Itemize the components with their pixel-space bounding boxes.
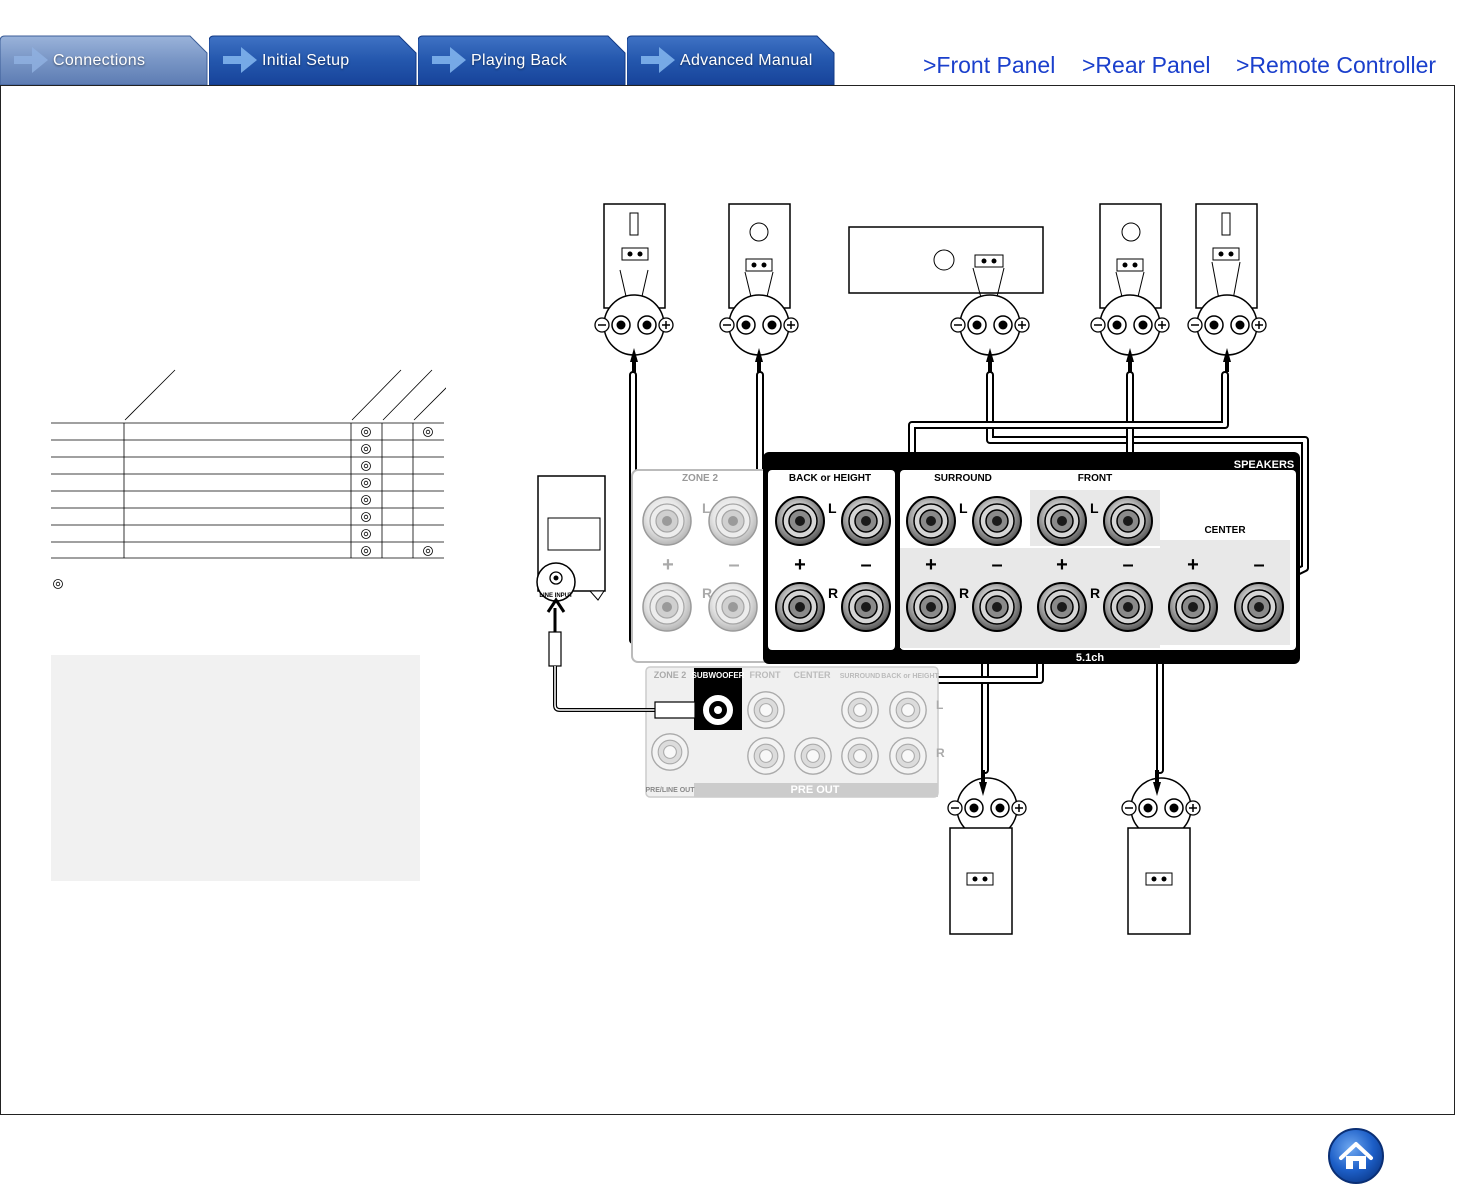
tab-label: Playing Back [471,52,568,69]
terminal [1103,582,1153,632]
rca-jack [747,691,785,729]
terminal [642,496,692,546]
seven-one-label: 7.1ch (or Bi-AMP) [790,652,873,663]
back-plus: + [794,554,806,576]
surround-plus: + [925,554,937,576]
preout-surround-label: SURROUND [840,673,880,680]
terminal [775,496,825,546]
terminal [841,496,891,546]
subwoofer-panel [547,517,601,551]
back-left-mark: L [828,500,837,516]
zone2-minus: – [728,554,739,576]
terminal [906,582,956,632]
terminal [642,582,692,632]
surround-left-mark: L [959,500,968,516]
speaker-front-left [728,203,791,309]
panel-links: >Front Panel >Rear Panel >Remote Control… [920,52,1450,82]
tab-label: Advanced Manual [680,52,813,69]
remote-controller-link[interactable]: >Remote Controller [1236,52,1436,79]
rca-jack [794,737,832,775]
terminal [972,582,1022,632]
front-label: FRONT [1078,473,1112,484]
rca-plug [548,631,562,667]
table-grid [51,369,446,559]
preout-subwoofer-label: SUBWOOFER [692,671,745,680]
double-circle-icon [53,579,63,589]
terminal [708,496,758,546]
preout-panel [645,666,939,798]
preout-back-height-label: BACK or HEIGHT [881,673,939,680]
back-minus: – [860,554,871,576]
zone2-panel [631,469,783,663]
terminal [1234,582,1284,632]
arrow-right-icon [223,47,257,73]
front-plus: + [1056,554,1068,576]
surround-right-mark: R [959,585,969,601]
pre-line-out-label: PRE/LINE OUT [645,787,695,794]
rca-jack [651,733,689,771]
note-box [51,655,420,881]
terminal [841,582,891,632]
speaker-front-right [1099,203,1162,309]
rca-jack [841,691,879,729]
preout-right-mark: R [936,746,945,760]
speaker-surround-left [949,827,1013,935]
back-height-label: BACK or HEIGHT [789,473,871,484]
tab-initial-setup[interactable]: Initial Setup [209,35,417,85]
surround-label: SURROUND [934,473,992,484]
home-icon [1328,1128,1384,1184]
rear-panel-link[interactable]: >Rear Panel [1082,52,1211,79]
tab-label: Initial Setup [262,52,350,69]
preout-left-mark: L [936,698,943,712]
speaker-front-high-right [1195,203,1258,309]
center-plus: + [1187,554,1199,576]
compatibility-table [51,365,446,565]
zone2-plus: + [662,554,674,576]
arrow-right-icon [432,47,466,73]
pre-out-label: PRE OUT [791,784,840,796]
rca-jack [841,737,879,775]
speaker-front-high-left [603,203,666,309]
tab-connections[interactable]: Connections [0,35,208,85]
zone2-left-mark: L [702,500,711,516]
speaker-terminal-callout [950,294,1030,356]
arrow-right-icon [641,47,675,73]
preout-zone2-label: ZONE 2 [654,670,687,680]
terminal [1037,582,1087,632]
zone2-right-mark: R [702,585,712,601]
preout-front-label: FRONT [750,670,781,680]
terminal [1103,496,1153,546]
front-left-mark: L [1090,500,1099,516]
tab-playing-back[interactable]: Playing Back [418,35,626,85]
speaker-connection-diagram: ZONE 2 BACK or HEIGHT SURROUND FRONT SPE… [536,203,1309,935]
center-label: CENTER [1204,525,1246,536]
terminal [972,496,1022,546]
speaker-center [848,226,1044,294]
five-one-label: 5.1ch [1076,652,1104,664]
preout-center-label: CENTER [793,670,831,680]
rca-jack [889,737,927,775]
top-tab-bar: Connections Initial Setup Playing Back A… [0,35,840,85]
tab-label: Connections [53,52,146,69]
rca-plug [654,701,696,719]
speaker-surround-right [1127,827,1191,935]
rca-jack [747,737,785,775]
terminal [1037,496,1087,546]
front-minus: – [1122,554,1133,576]
terminal [775,582,825,632]
home-button[interactable] [1327,1127,1385,1185]
speakers-label: SPEAKERS [1234,459,1295,471]
surround-minus: – [991,554,1002,576]
center-minus: – [1253,554,1264,576]
zone2-label: ZONE 2 [682,473,719,484]
terminal [1168,582,1218,632]
arrow-right-icon [14,47,48,73]
tab-advanced-manual[interactable]: Advanced Manual [627,35,835,85]
rca-jack [889,691,927,729]
terminal [708,582,758,632]
terminal [906,496,956,546]
front-right-mark: R [1090,585,1100,601]
back-right-mark: R [828,585,838,601]
front-panel-link[interactable]: >Front Panel [923,52,1055,79]
